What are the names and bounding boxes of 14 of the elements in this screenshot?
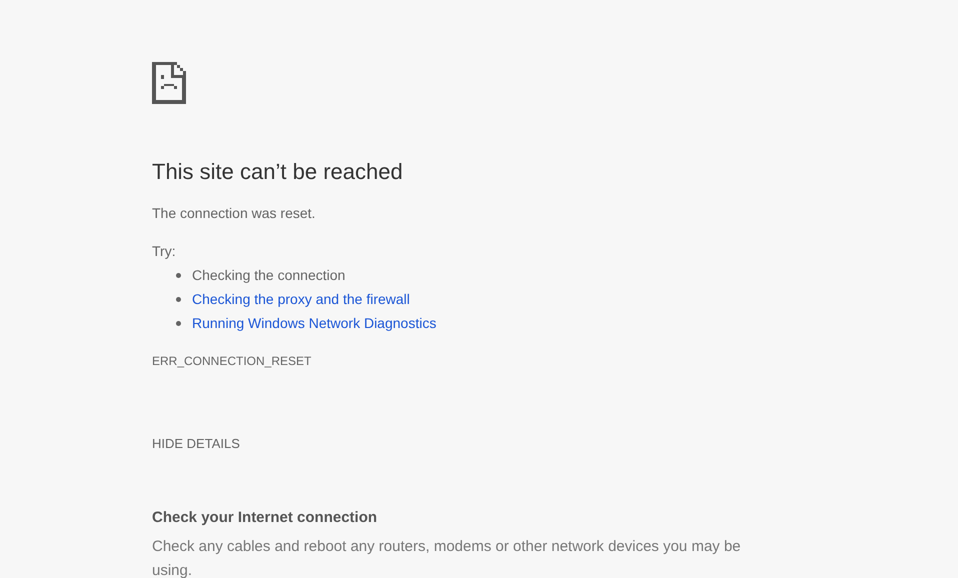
sad-page-icon [152, 62, 186, 104]
bullet-icon [176, 320, 181, 326]
suggestion-link[interactable]: Running Windows Network Diagnostics [192, 312, 436, 334]
page-heading: This site can’t be reached [152, 158, 404, 186]
suggestion-link[interactable]: Checking the proxy and the firewall [192, 288, 410, 310]
details-heading: Check your Internet connection [152, 508, 378, 528]
bullet-icon [176, 272, 181, 278]
bullet-icon [176, 296, 181, 302]
error-message: The connection was reset. [152, 204, 316, 223]
details-text: Check any cables and reboot any routers, modems or other network devices you may be using. [152, 537, 742, 578]
suggestion-text: Checking the connection [192, 266, 346, 285]
error-code: ERR_CONNECTION_RESET [152, 353, 312, 370]
hide-details-button[interactable]: HIDE DETAILS [152, 434, 240, 454]
suggestions-label: Try: [152, 242, 177, 261]
